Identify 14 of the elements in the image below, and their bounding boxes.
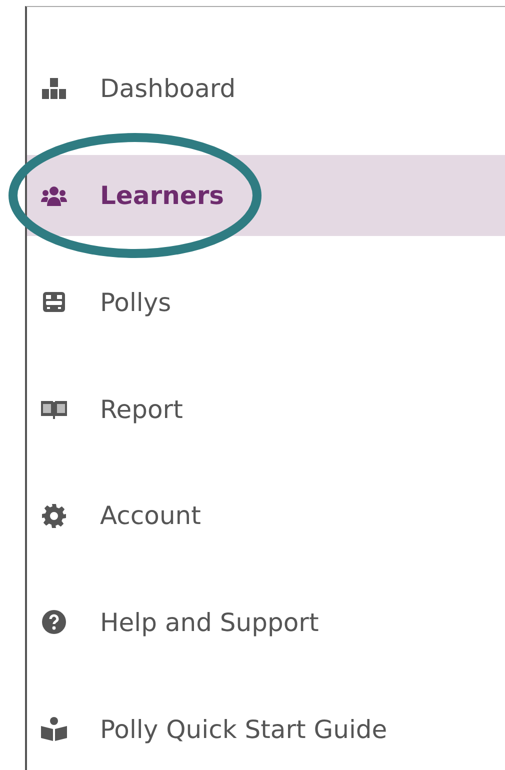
sidebar-item[interactable]: Dashboard xyxy=(27,48,505,130)
boxes-icon xyxy=(42,78,66,100)
group-icon xyxy=(41,186,67,206)
robot-icon xyxy=(42,290,66,314)
reader-icon xyxy=(41,717,67,742)
help-icon xyxy=(42,610,66,634)
sidebar-item[interactable]: Polly Quick Start Guide xyxy=(27,688,505,770)
sidebar-item[interactable]: Pollys xyxy=(27,261,505,344)
sidebar-item[interactable]: Help and Support xyxy=(27,582,505,664)
sidebar-item[interactable]: Report xyxy=(27,368,505,450)
book-icon xyxy=(41,399,67,420)
sidebar-item[interactable]: Learners xyxy=(27,154,505,236)
sidebar-item[interactable]: Account xyxy=(27,474,505,557)
gear-icon xyxy=(42,504,66,528)
